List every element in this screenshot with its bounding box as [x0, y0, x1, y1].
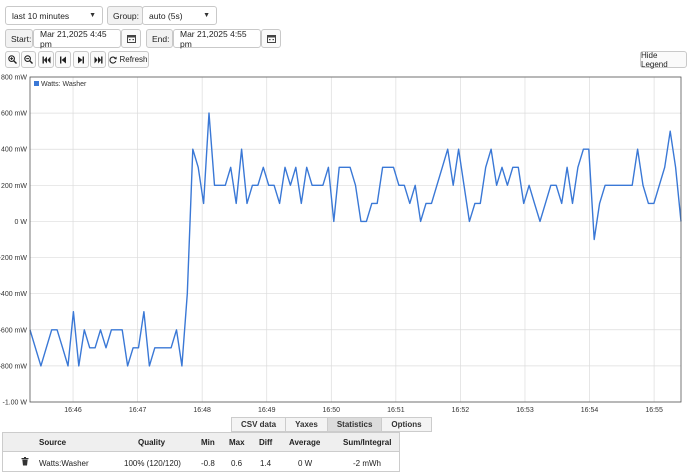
delete-row-button[interactable] — [21, 457, 29, 468]
zoom-in-button[interactable] — [5, 51, 20, 68]
jump-start-button[interactable] — [38, 51, 54, 68]
header-max: Max — [229, 438, 245, 447]
series-line-watts-washer — [29, 112, 682, 367]
power-chart[interactable]: 800 mW 600 mW 400 mW 200 mW 0 W -200 mW -400 m… — [0, 71, 690, 416]
x-tick-label: 16:55 — [645, 407, 663, 414]
chart-frame — [29, 76, 682, 403]
end-label: End: — [146, 29, 173, 48]
y-tick-label: 800 mW — [1, 75, 27, 82]
chevron-down-icon: ▼ — [203, 12, 210, 19]
y-tick-label: 400 mW — [1, 147, 27, 154]
x-tick-label: 16:52 — [452, 407, 470, 414]
step-forward-button[interactable] — [73, 51, 89, 68]
statistics-table: Source Quality Min Max Diff Average Sum/… — [2, 432, 400, 472]
x-tick-label: 16:51 — [387, 407, 405, 414]
step-back-icon — [60, 56, 66, 63]
x-tick-label: 16:46 — [64, 407, 82, 414]
header-quality: Quality — [138, 438, 166, 447]
y-tick-label: -200 mW — [0, 255, 27, 262]
tab-options[interactable]: Options — [382, 418, 430, 431]
row-diff: 1.4 — [260, 459, 272, 468]
x-tick-label: 16:49 — [258, 407, 276, 414]
start-label: Start: — [5, 29, 33, 48]
trash-icon — [21, 457, 29, 466]
legend[interactable]: Watts: Washer — [34, 81, 87, 88]
skip-back-icon — [42, 56, 50, 63]
data-tabs: CSV data Yaxes Statistics Options — [231, 417, 432, 432]
end-calendar-button[interactable] — [261, 29, 281, 48]
group-label: Group: — [107, 6, 143, 25]
start-date-input[interactable]: Mar 21,2025 4:45 pm — [33, 29, 121, 49]
tab-csv-data[interactable]: CSV data — [232, 418, 287, 431]
y-tick-label: 200 mW — [1, 183, 27, 190]
jump-end-button[interactable] — [90, 51, 106, 68]
x-tick-label: 16:47 — [129, 407, 147, 414]
header-min: Min — [201, 438, 215, 447]
y-tick-label: -600 mW — [0, 327, 27, 334]
x-tick-label: 16:53 — [516, 407, 534, 414]
row-quality: 100% (120/120) — [124, 459, 181, 468]
header-average: Average — [289, 438, 321, 447]
row-max: 0.6 — [231, 459, 243, 468]
zoom-out-button[interactable] — [21, 51, 36, 68]
row-source: Watts:Washer — [39, 459, 89, 468]
zoom-out-icon — [24, 55, 33, 64]
end-date-input[interactable]: Mar 21,2025 4:55 pm — [173, 29, 261, 49]
statistics-header: Source Quality Min Max Diff Average Sum/… — [3, 433, 399, 452]
row-sum: -2 mWh — [353, 459, 381, 468]
legend-label: Watts: Washer — [41, 81, 87, 88]
header-sum: Sum/Integral — [343, 438, 392, 447]
calendar-icon — [126, 35, 136, 43]
step-forward-icon — [78, 56, 84, 63]
refresh-icon — [109, 56, 118, 64]
zoom-in-icon — [8, 55, 17, 64]
y-tick-label: 0 W — [15, 219, 28, 226]
group-select-value: auto (5s) — [149, 10, 183, 21]
calendar-icon — [266, 35, 276, 43]
y-tick-label: -400 mW — [0, 291, 27, 298]
tab-statistics[interactable]: Statistics — [327, 418, 383, 431]
x-tick-label: 16:48 — [193, 407, 211, 414]
skip-forward-icon — [94, 56, 102, 63]
row-min: -0.8 — [201, 459, 215, 468]
row-average: 0 W — [298, 459, 313, 468]
refresh-button[interactable]: Refresh — [108, 51, 149, 68]
refresh-label: Refresh — [119, 55, 148, 64]
header-diff: Diff — [259, 438, 273, 447]
step-back-button[interactable] — [55, 51, 71, 68]
y-tick-label: -1.00 W — [2, 400, 27, 407]
hide-legend-button[interactable]: Hide Legend — [640, 51, 687, 69]
y-tick-label: -800 mW — [0, 363, 27, 370]
x-tick-label: 16:50 — [323, 407, 341, 414]
group-select[interactable]: auto (5s) ▼ — [142, 6, 217, 25]
tab-yaxes[interactable]: Yaxes — [286, 418, 328, 431]
range-select-value: last 10 minutes — [12, 10, 70, 21]
start-calendar-button[interactable] — [121, 29, 141, 48]
legend-swatch — [34, 81, 39, 86]
range-select[interactable]: last 10 minutes ▼ — [5, 6, 103, 25]
header-source: Source — [39, 438, 67, 447]
chevron-down-icon: ▼ — [89, 12, 96, 19]
x-tick-label: 16:54 — [581, 407, 599, 414]
y-tick-label: 600 mW — [1, 111, 27, 118]
